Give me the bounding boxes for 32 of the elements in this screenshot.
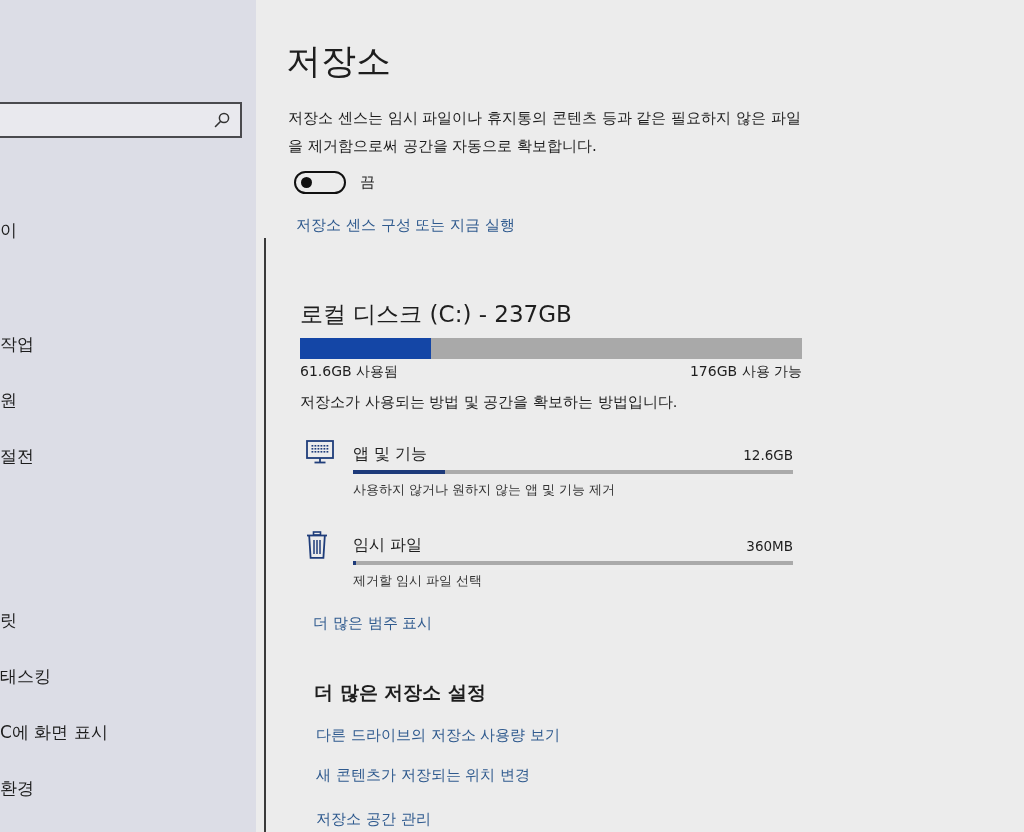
settings-link[interactable]: 새 콘텐츠가 저장되는 위치 변경 <box>316 764 531 786</box>
monitor-icon <box>306 440 334 464</box>
category-title[interactable]: 임시 파일 <box>353 527 422 555</box>
sidebar-item[interactable]: 환경 <box>0 776 34 800</box>
sidebar-item[interactable]: C에 화면 표시 <box>0 720 108 744</box>
sidebar-item[interactable]: 절전 <box>0 444 34 468</box>
usage-caption: 저장소가 사용되는 방법 및 공간을 확보하는 방법입니다. <box>300 393 679 412</box>
more-categories-link[interactable]: 더 많은 범주 표시 <box>313 612 433 634</box>
category-size: 12.6GB <box>743 446 793 464</box>
category-size: 360MB <box>746 537 793 555</box>
trash-icon <box>306 531 328 559</box>
sidebar-item[interactable]: 원 <box>0 388 17 412</box>
settings-link[interactable]: 저장소 공간 관리 <box>316 808 431 830</box>
toggle-switch[interactable] <box>294 170 346 194</box>
section-heading: 더 많은 저장소 설정 <box>314 680 486 705</box>
sidebar-item[interactable]: 이 <box>0 218 17 242</box>
sidebar-item[interactable]: 작업 <box>0 332 34 356</box>
settings-link[interactable]: 다른 드라이브의 저장소 사용량 보기 <box>316 724 561 746</box>
category-description: 제거할 임시 파일 선택 <box>353 572 483 590</box>
sidebar-item[interactable]: 태스킹 <box>0 664 51 688</box>
sidebar-item[interactable]: 릿 <box>0 608 17 632</box>
free-space-label: 176GB 사용 가능 <box>689 362 802 381</box>
search-field[interactable] <box>0 102 242 138</box>
used-space-label: 61.6GB 사용됨 <box>300 362 399 381</box>
description-text: 저장소 센스는 임시 파일이나 휴지통의 콘텐츠 등과 같은 필요하지 않은 파일을 제거함으로써 공간을 자동으로 확보합니다. <box>288 108 802 157</box>
disk-title: 로컬 디스크 (C:) - 237GB <box>300 300 573 329</box>
search-icon <box>214 112 230 128</box>
page-title: 저장소 <box>286 40 392 83</box>
category-title[interactable]: 앱 및 기능 <box>353 436 427 464</box>
toggle-state-label: 끔 <box>360 171 375 193</box>
configure-link[interactable]: 저장소 센스 구성 또는 지금 실행 <box>296 214 515 236</box>
category-description: 사용하지 않거나 원하지 않는 앱 및 기능 제거 <box>353 481 616 499</box>
